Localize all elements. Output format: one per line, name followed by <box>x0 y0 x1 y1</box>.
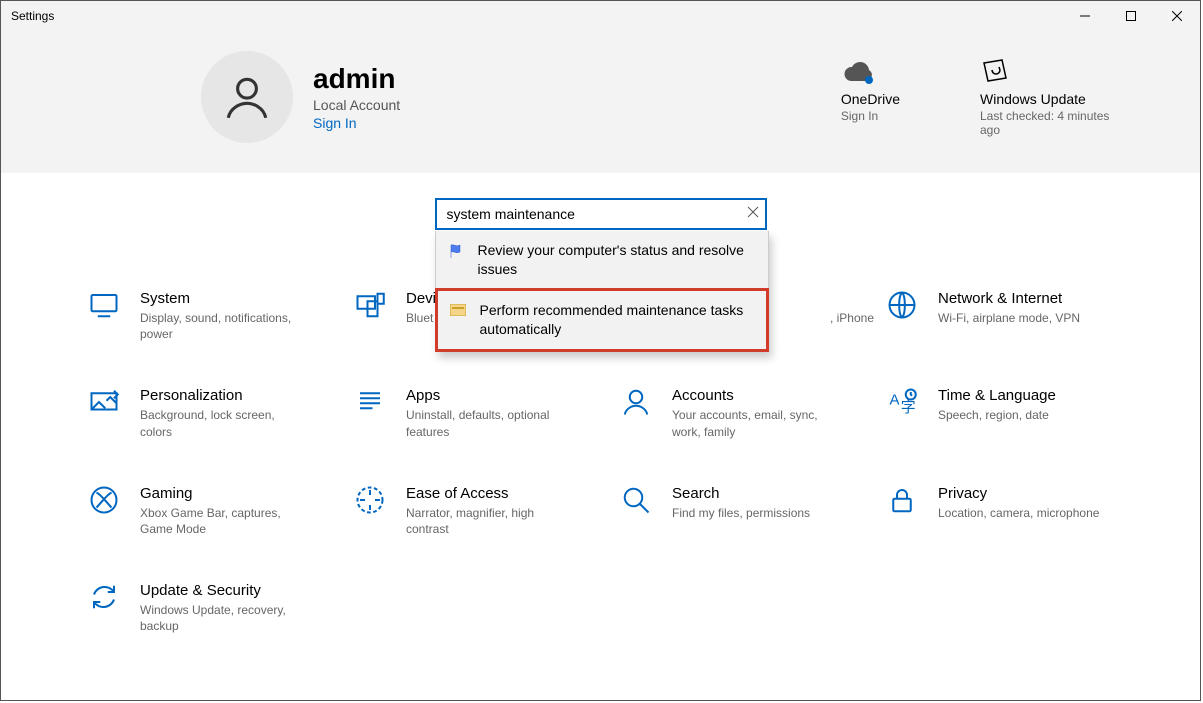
category-apps[interactable]: Apps Uninstall, defaults, optional featu… <box>352 387 608 439</box>
category-title: Network & Internet <box>938 290 1080 307</box>
search-input[interactable] <box>435 198 767 230</box>
category-system[interactable]: System Display, sound, notifications, po… <box>86 290 342 342</box>
category-privacy[interactable]: Privacy Location, camera, microphone <box>884 485 1140 537</box>
category-network[interactable]: Network & Internet Wi-Fi, airplane mode,… <box>884 290 1140 342</box>
window-controls <box>1062 1 1200 31</box>
settings-window: Settings admin Local Account Sig <box>0 0 1201 701</box>
onedrive-sub: Sign In <box>841 109 900 123</box>
search-suggestions: Review your computer's status and resolv… <box>435 231 769 352</box>
category-desc: Display, sound, notifications, power <box>140 310 310 342</box>
xbox-icon <box>86 485 122 537</box>
suggestion-item[interactable]: Review your computer's status and resolv… <box>436 231 768 289</box>
apps-icon <box>352 387 388 439</box>
search-container: Review your computer's status and resolv… <box>435 198 767 230</box>
category-desc: Uninstall, defaults, optional features <box>406 407 576 439</box>
suggestion-item[interactable]: Perform recommended maintenance tasks au… <box>435 288 769 352</box>
svg-text:字: 字 <box>901 399 916 416</box>
category-desc: Xbox Game Bar, captures, Game Mode <box>140 505 310 537</box>
clear-icon[interactable] <box>747 205 759 221</box>
account-type: Local Account <box>313 97 400 113</box>
close-button[interactable] <box>1154 1 1200 31</box>
category-accounts[interactable]: Accounts Your accounts, email, sync, wor… <box>618 387 874 439</box>
suggestion-text: Perform recommended maintenance tasks au… <box>480 301 754 339</box>
category-desc: , iPhone <box>830 310 874 326</box>
account-name: admin <box>313 63 400 95</box>
system-icon <box>86 290 122 342</box>
onedrive-title: OneDrive <box>841 91 900 107</box>
category-gaming[interactable]: Gaming Xbox Game Bar, captures, Game Mod… <box>86 485 342 537</box>
category-title: System <box>140 290 310 307</box>
category-desc: Location, camera, microphone <box>938 505 1099 521</box>
category-update-security[interactable]: Update & Security Windows Update, recove… <box>86 582 342 634</box>
maintenance-icon <box>450 303 468 319</box>
avatar <box>201 51 293 143</box>
category-title: Search <box>672 485 810 502</box>
category-title: Update & Security <box>140 582 310 599</box>
titlebar: Settings <box>1 1 1200 31</box>
windows-update-card[interactable]: Windows Update Last checked: 4 minutes a… <box>980 51 1120 137</box>
update-sub: Last checked: 4 minutes ago <box>980 109 1120 137</box>
category-title: Time & Language <box>938 387 1056 404</box>
paint-icon <box>86 387 122 439</box>
person-icon <box>618 387 654 439</box>
category-time-language[interactable]: A字 Time & Language Speech, region, date <box>884 387 1140 439</box>
account-block: admin Local Account Sign In <box>201 51 781 143</box>
onedrive-card[interactable]: OneDrive Sign In <box>841 51 900 137</box>
category-title: Gaming <box>140 485 310 502</box>
category-desc: Speech, region, date <box>938 407 1056 423</box>
category-title: Accounts <box>672 387 842 404</box>
category-desc: Your accounts, email, sync, work, family <box>672 407 842 439</box>
devices-icon <box>352 290 388 342</box>
category-desc: Wi-Fi, airplane mode, VPN <box>938 310 1080 326</box>
window-title: Settings <box>11 9 54 23</box>
minimize-button[interactable] <box>1062 1 1108 31</box>
cloud-icon <box>841 51 900 85</box>
header: admin Local Account Sign In OneDrive Sig… <box>1 31 1200 173</box>
category-personalization[interactable]: Personalization Background, lock screen,… <box>86 387 342 439</box>
category-search[interactable]: Search Find my files, permissions <box>618 485 874 537</box>
maximize-button[interactable] <box>1108 1 1154 31</box>
category-desc: Find my files, permissions <box>672 505 810 521</box>
category-desc: Narrator, magnifier, high contrast <box>406 505 576 537</box>
update-title: Windows Update <box>980 91 1120 107</box>
category-title: Personalization <box>140 387 310 404</box>
accessibility-icon <box>352 485 388 537</box>
category-title: Devi <box>406 290 436 307</box>
update-icon <box>980 51 1120 85</box>
account-signin-link[interactable]: Sign In <box>313 115 400 131</box>
search-icon <box>618 485 654 537</box>
category-desc: Bluet <box>406 310 436 326</box>
category-desc: Windows Update, recovery, backup <box>140 602 310 634</box>
svg-text:A: A <box>890 392 900 409</box>
category-title: Apps <box>406 387 576 404</box>
category-title: Ease of Access <box>406 485 576 502</box>
flag-icon <box>448 243 466 262</box>
category-title: Privacy <box>938 485 1099 502</box>
category-desc: Background, lock screen, colors <box>140 407 310 439</box>
sync-icon <box>86 582 122 634</box>
language-icon: A字 <box>884 387 920 439</box>
globe-icon <box>884 290 920 342</box>
lock-icon <box>884 485 920 537</box>
suggestion-text: Review your computer's status and resolv… <box>478 241 756 279</box>
status-cards: OneDrive Sign In Windows Update Last che… <box>841 51 1120 137</box>
category-ease-of-access[interactable]: Ease of Access Narrator, magnifier, high… <box>352 485 608 537</box>
